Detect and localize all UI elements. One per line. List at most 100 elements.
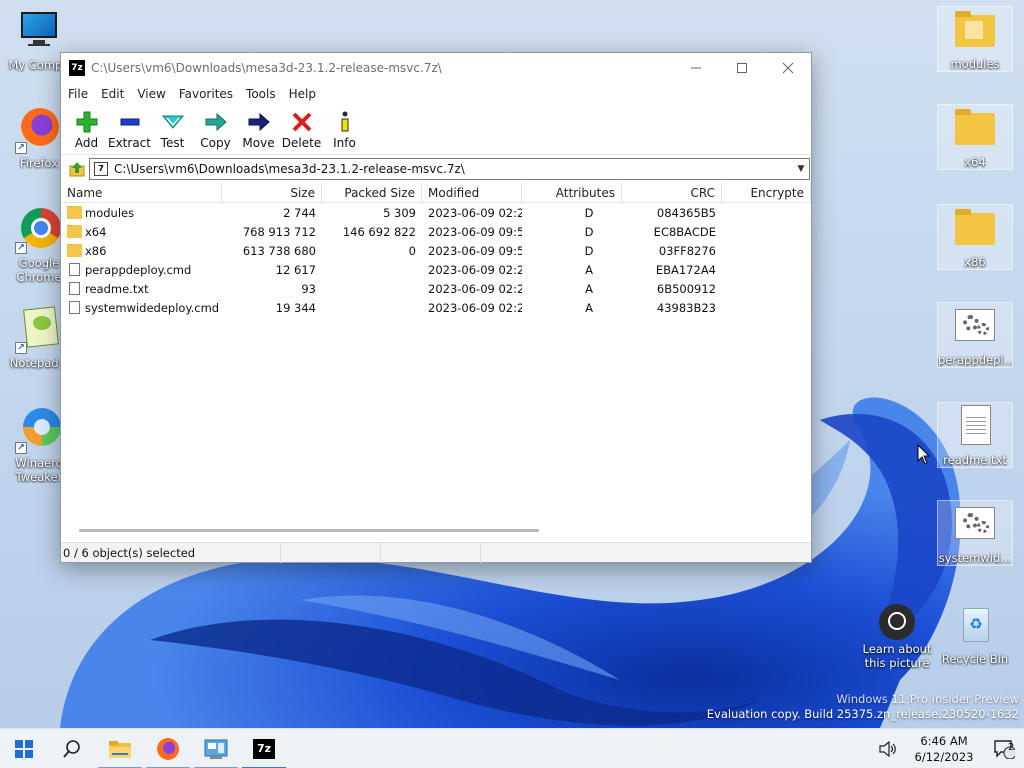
test-button[interactable]: Test: [151, 105, 194, 154]
folder-icon: [951, 7, 999, 55]
file-size: 93: [301, 281, 316, 296]
volume-button[interactable]: [872, 729, 904, 768]
menu-edit[interactable]: Edit: [96, 87, 132, 101]
desktop-icon-label: Recycle Bin: [941, 652, 1009, 666]
file-attributes: A: [585, 262, 593, 277]
taskbar-7zip[interactable]: 7z: [240, 729, 288, 768]
menu-help[interactable]: Help: [284, 87, 324, 101]
column-size[interactable]: Size: [222, 183, 322, 203]
close-button[interactable]: [765, 53, 811, 83]
minimize-icon: [691, 67, 701, 69]
taskbar-file-explorer[interactable]: [96, 729, 144, 768]
file-row-readme[interactable]: readme.txt 93 2023-06-09 02:24 A 6B50091…: [61, 279, 811, 298]
cmd-script-icon: [951, 501, 999, 549]
test-icon: [159, 109, 187, 135]
desktop-icon-readme[interactable]: readme.txt: [937, 402, 1013, 468]
delete-button[interactable]: Delete: [280, 105, 323, 154]
column-encrypted[interactable]: Encrypte: [722, 183, 811, 203]
move-label: Move: [242, 136, 275, 150]
taskbar-control-panel[interactable]: [192, 729, 240, 768]
desktop-icon-x86[interactable]: x86: [937, 204, 1013, 270]
menu-file[interactable]: File: [63, 87, 96, 101]
file-size: 768 913 712: [242, 224, 316, 239]
info-button[interactable]: Info: [323, 105, 366, 154]
file-crc: 084365B5: [656, 205, 716, 220]
file-row-x86[interactable]: x86 613 738 680 0 2023-06-09 09:58 D 03F…: [61, 241, 811, 260]
extract-button[interactable]: Extract: [108, 105, 151, 154]
up-folder-button[interactable]: [65, 159, 89, 179]
learn-about-label: Learn about this picture: [862, 642, 932, 670]
start-button[interactable]: [0, 729, 48, 768]
7zip-app-icon: 7z: [69, 60, 85, 76]
desktop-icon-x64[interactable]: x64: [937, 104, 1013, 170]
delete-label: Delete: [281, 136, 322, 150]
file-packed-size: 0: [408, 243, 416, 258]
selection-status: 0 / 6 object(s) selected: [61, 543, 281, 563]
search-button[interactable]: [48, 729, 96, 768]
column-crc[interactable]: CRC: [622, 183, 722, 203]
file-crc: EC8BACDE: [653, 224, 716, 239]
address-bar[interactable]: 7 C:\Users\vm6\Downloads\mesa3d-23.1.2-r…: [89, 158, 810, 180]
file-explorer-icon: [109, 740, 131, 758]
column-attributes[interactable]: Attributes: [522, 183, 622, 203]
extract-icon: [116, 109, 144, 135]
file-list[interactable]: Name Size Packed Size Modified Attribute…: [61, 183, 811, 540]
copy-icon: [202, 109, 230, 135]
file-row-x64[interactable]: x64 768 913 712 146 692 822 2023-06-09 0…: [61, 222, 811, 241]
desktop-icon-recycle-bin[interactable]: ♻ Recycle Bin: [937, 602, 1013, 666]
file-row-systemwidedeploy[interactable]: systemwidedeploy.cmd 19 344 2023-06-09 0…: [61, 298, 811, 317]
maximize-button[interactable]: [719, 53, 765, 83]
clock[interactable]: 6:46 AM 6/12/2023: [904, 733, 984, 765]
address-row: 7 C:\Users\vm6\Downloads\mesa3d-23.1.2-r…: [61, 155, 811, 183]
watermark-edition: Windows 11 Pro Insider Preview: [836, 692, 1019, 706]
file-modified: 2023-06-09 02:24: [428, 262, 522, 277]
learn-about-picture[interactable]: Learn about this picture: [859, 604, 935, 670]
desktop-icon-systemwidedeploy[interactable]: systemwid...: [937, 500, 1013, 566]
notification-count: 2: [1008, 741, 1015, 753]
column-name[interactable]: Name: [61, 183, 222, 203]
minimize-button[interactable]: [673, 53, 719, 83]
horizontal-scrollbar[interactable]: [79, 529, 539, 532]
desktop-icon-label: readme.txt: [943, 453, 1007, 467]
file-packed-size: 146 692 822: [342, 224, 416, 239]
desktop-icon-label: perappdepl...: [938, 353, 1012, 367]
menu-tools[interactable]: Tools: [241, 87, 284, 101]
notification-center-button[interactable]: 2: [984, 729, 1024, 768]
file-name: systemwidedeploy.cmd: [85, 300, 220, 315]
folder-icon: [951, 205, 999, 253]
desktop-icon-perappdeploy[interactable]: perappdepl...: [937, 302, 1013, 368]
toolbar: Add Extract Test Copy Move Delete Info: [61, 105, 811, 155]
move-icon: [245, 109, 273, 135]
menu-favorites[interactable]: Favorites: [174, 87, 241, 101]
title-bar[interactable]: 7z C:\Users\vm6\Downloads\mesa3d-23.1.2-…: [61, 53, 811, 83]
add-button[interactable]: Add: [65, 105, 108, 154]
7zip-file-manager-window: 7z C:\Users\vm6\Downloads\mesa3d-23.1.2-…: [60, 52, 812, 563]
file-attributes: A: [585, 300, 593, 315]
file-size: 19 344: [275, 300, 316, 315]
status-cell-4: [481, 543, 811, 563]
taskbar-firefox[interactable]: [144, 729, 192, 768]
file-name: x64: [85, 224, 107, 239]
firefox-icon: ↗: [15, 106, 63, 154]
copy-button[interactable]: Copy: [194, 105, 237, 154]
file-row-perappdeploy[interactable]: perappdeploy.cmd 12 617 2023-06-09 02:24…: [61, 260, 811, 279]
status-cell-2: [281, 543, 381, 563]
taskbar: 7z 6:46 AM 6/12/2023 2: [0, 728, 1024, 768]
file-name: modules: [85, 205, 135, 220]
clock-date: 6/12/2023: [914, 749, 974, 764]
status-cell-3: [381, 543, 481, 563]
text-file-icon: [69, 282, 80, 295]
desktop-icon-label: x64: [964, 155, 986, 169]
desktop-icon-modules[interactable]: modules: [937, 6, 1013, 72]
file-name: x86: [85, 243, 107, 258]
move-button[interactable]: Move: [237, 105, 280, 154]
chevron-down-icon[interactable]: ▼: [793, 164, 809, 174]
column-packed-size[interactable]: Packed Size: [322, 183, 422, 203]
desktop-icon-label: x86: [964, 255, 986, 269]
file-name: readme.txt: [85, 281, 149, 296]
file-row-modules[interactable]: modules 2 744 5 309 2023-06-09 02:24 D 0…: [61, 203, 811, 222]
file-packed-size: 5 309: [383, 205, 416, 220]
menu-view[interactable]: View: [132, 87, 173, 101]
column-modified[interactable]: Modified: [422, 183, 522, 203]
system-tray: 6:46 AM 6/12/2023 2: [872, 729, 1024, 768]
